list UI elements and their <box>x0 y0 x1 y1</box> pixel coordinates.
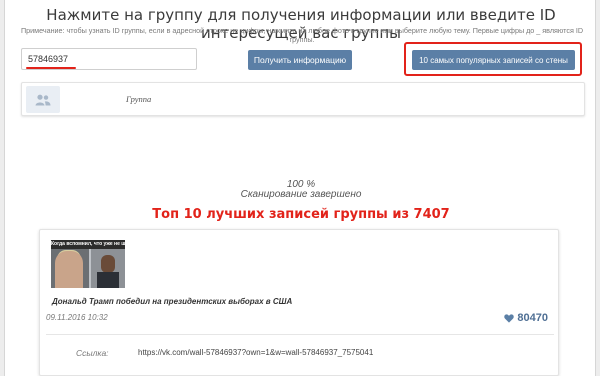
top-posts-button[interactable]: 10 самых популярных записей со стены <box>412 50 575 70</box>
progress-status: Сканирование завершено <box>240 189 362 200</box>
main-panel: Нажмите на группу для получения информац… <box>4 0 596 376</box>
group-avatar <box>26 86 60 113</box>
image-caption: Когда вспомнил, что уже не школьник <box>51 240 125 249</box>
image-right-face <box>101 255 115 273</box>
red-underline-annotation <box>26 67 76 69</box>
link-label: Ссылка: <box>76 348 109 358</box>
group-name[interactable]: Группа <box>126 94 151 104</box>
image-left-face <box>55 251 83 288</box>
post-date: 09.11.2016 10:32 <box>46 313 108 322</box>
image-right-body <box>97 272 119 288</box>
post-text: Дональд Трамп победил на президентских в… <box>52 297 293 306</box>
image-bars <box>89 249 91 288</box>
group-card[interactable]: Группа <box>21 82 585 116</box>
results-title: Топ 10 лучших записей группы из 7407 <box>152 207 450 222</box>
post-divider <box>46 334 554 335</box>
post-card: Когда вспомнил, что уже не школьник Дона… <box>39 229 559 376</box>
post-image[interactable]: Когда вспомнил, что уже не школьник <box>51 240 125 288</box>
post-link[interactable]: https://vk.com/wall-57846937?own=1&w=wal… <box>138 348 373 357</box>
likes-count: 80470 <box>517 312 548 324</box>
users-icon <box>35 94 51 105</box>
heart-icon <box>504 313 515 323</box>
post-likes: 80470 <box>504 312 548 324</box>
get-info-button[interactable]: Получить информацию <box>248 50 352 70</box>
